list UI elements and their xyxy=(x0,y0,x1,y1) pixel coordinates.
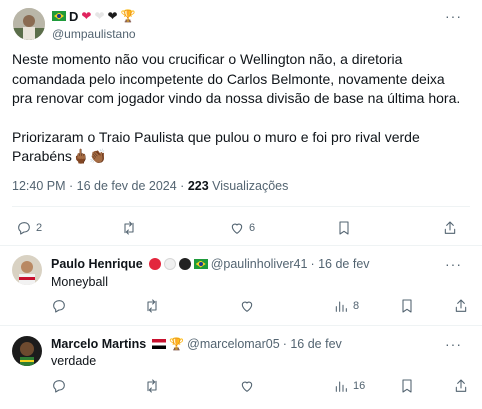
analytics-icon xyxy=(335,301,347,312)
reply-text: verdade xyxy=(51,354,97,368)
avatar-photo-icon xyxy=(12,336,42,366)
tweet-text-line: Neste momento não vou crucificar o Welli… xyxy=(12,51,403,67)
author-handle[interactable]: @umpaulistano xyxy=(52,27,136,41)
trophy-icon: 🏆 xyxy=(120,9,136,23)
bookmark-button[interactable] xyxy=(336,218,352,238)
views-count: 16 xyxy=(353,380,366,392)
views-count: 8 xyxy=(353,300,360,312)
avatar-photo-icon xyxy=(12,255,42,285)
white-heart-icon: ❤ xyxy=(94,9,105,23)
like-button[interactable] xyxy=(239,376,255,396)
heart-icon xyxy=(241,301,253,312)
share-button[interactable] xyxy=(442,218,458,238)
avatar-photo-icon xyxy=(13,8,45,40)
reply-author-handle[interactable]: @paulinholiver41 xyxy=(211,257,308,271)
more-options-icon[interactable]: ··· xyxy=(445,336,462,352)
tweet-body: Neste momento não vou crucificar o Welli… xyxy=(12,50,472,167)
more-options-icon[interactable]: ··· xyxy=(445,8,462,24)
like-count: 6 xyxy=(249,222,256,234)
like-button[interactable] xyxy=(239,296,255,316)
reply-count: 2 xyxy=(36,222,43,234)
black-circle-icon xyxy=(178,258,191,270)
black-heart-icon: ❤ xyxy=(107,9,118,23)
reply-actions: 8 xyxy=(0,296,482,316)
reply-date[interactable]: · 16 de fev xyxy=(310,257,369,271)
share-icon xyxy=(455,379,467,392)
reply-text: Moneyball xyxy=(51,275,108,289)
reply-date[interactable]: · 16 de fev xyxy=(283,337,342,351)
tweet-text-line: pra renovar com jogador vindo da nossa d… xyxy=(12,90,461,106)
reply-avatar[interactable] xyxy=(12,255,42,285)
tweet-text-line: Priorizaram o Traio Paulista que pulou o… xyxy=(12,128,420,145)
tweet-actions: 2 6 xyxy=(0,218,482,238)
retweet-button[interactable] xyxy=(144,296,160,316)
bookmark-button[interactable] xyxy=(399,376,415,396)
reply-author-name[interactable]: Marcelo Martins xyxy=(51,337,146,351)
views-count: 223 xyxy=(187,179,209,193)
tweet-text-line: comandada pelo incompetente do Carlos Be… xyxy=(12,70,445,87)
bookmark-icon xyxy=(402,299,412,313)
reply-icon xyxy=(53,300,65,313)
bookmark-icon xyxy=(402,379,412,393)
red-circle-icon xyxy=(148,258,161,270)
reply-author-name[interactable]: Paulo Henrique xyxy=(51,257,143,271)
more-options-icon[interactable]: ··· xyxy=(445,256,462,272)
like-button[interactable]: 6 xyxy=(229,218,255,238)
tweet-timestamp[interactable]: 12:40 PM · 16 de fev de 2024 · xyxy=(12,179,188,193)
brazil-flag-icon xyxy=(193,259,208,269)
author-display-name[interactable]: D ❤ ❤ ❤ 🏆 xyxy=(52,8,136,24)
retweet-icon xyxy=(124,221,134,235)
reply-button[interactable] xyxy=(51,376,67,396)
tweet-text-line: Parabéns🖕🏾👏🏾 xyxy=(12,148,107,164)
retweet-button[interactable] xyxy=(144,376,160,396)
red-heart-icon: ❤ xyxy=(81,9,92,23)
divider xyxy=(0,245,482,246)
share-button[interactable] xyxy=(453,376,469,396)
bookmark-icon xyxy=(339,221,349,235)
author-avatar[interactable] xyxy=(13,8,45,40)
views-button[interactable]: 8 xyxy=(333,296,359,316)
flag-icon xyxy=(152,339,167,349)
share-button[interactable] xyxy=(453,296,469,316)
retweet-button[interactable] xyxy=(121,218,137,238)
share-icon xyxy=(455,299,467,312)
share-icon xyxy=(444,221,456,234)
heart-icon xyxy=(231,223,243,234)
heart-icon xyxy=(241,381,253,392)
white-circle-icon xyxy=(163,258,176,270)
tweet-meta: 12:40 PM · 16 de fev de 2024 · 223 Visua… xyxy=(12,179,288,193)
reply-author-handle[interactable]: @marcelomar05 xyxy=(187,337,280,351)
brazil-flag-icon xyxy=(52,11,66,21)
divider xyxy=(12,206,470,207)
main-tweet: D ❤ ❤ ❤ 🏆 @umpaulistano ··· Neste moment… xyxy=(0,0,482,245)
reply-icon xyxy=(18,222,30,235)
author-name-text: D xyxy=(69,8,79,24)
bookmark-button[interactable] xyxy=(399,296,415,316)
retweet-icon xyxy=(147,379,157,393)
reply-button[interactable] xyxy=(51,296,67,316)
reply-avatar[interactable] xyxy=(12,336,42,366)
reply-header: Marcelo Martins 🏆 @marcelomar05 · 16 de … xyxy=(51,336,342,352)
views-label: Visualizações xyxy=(208,179,289,193)
trophy-icon: 🏆 xyxy=(169,337,185,351)
reply-actions: 16 xyxy=(0,376,482,396)
divider xyxy=(0,325,482,326)
analytics-icon xyxy=(335,381,347,392)
reply-button[interactable]: 2 xyxy=(16,218,42,238)
retweet-icon xyxy=(147,299,157,313)
reply-header: Paulo Henrique @paulinholiver41 · 16 de … xyxy=(51,256,370,272)
reply-icon xyxy=(53,380,65,393)
views-button[interactable]: 16 xyxy=(333,376,365,396)
emoji-icons: 🖕🏾👏🏾 xyxy=(71,148,107,164)
